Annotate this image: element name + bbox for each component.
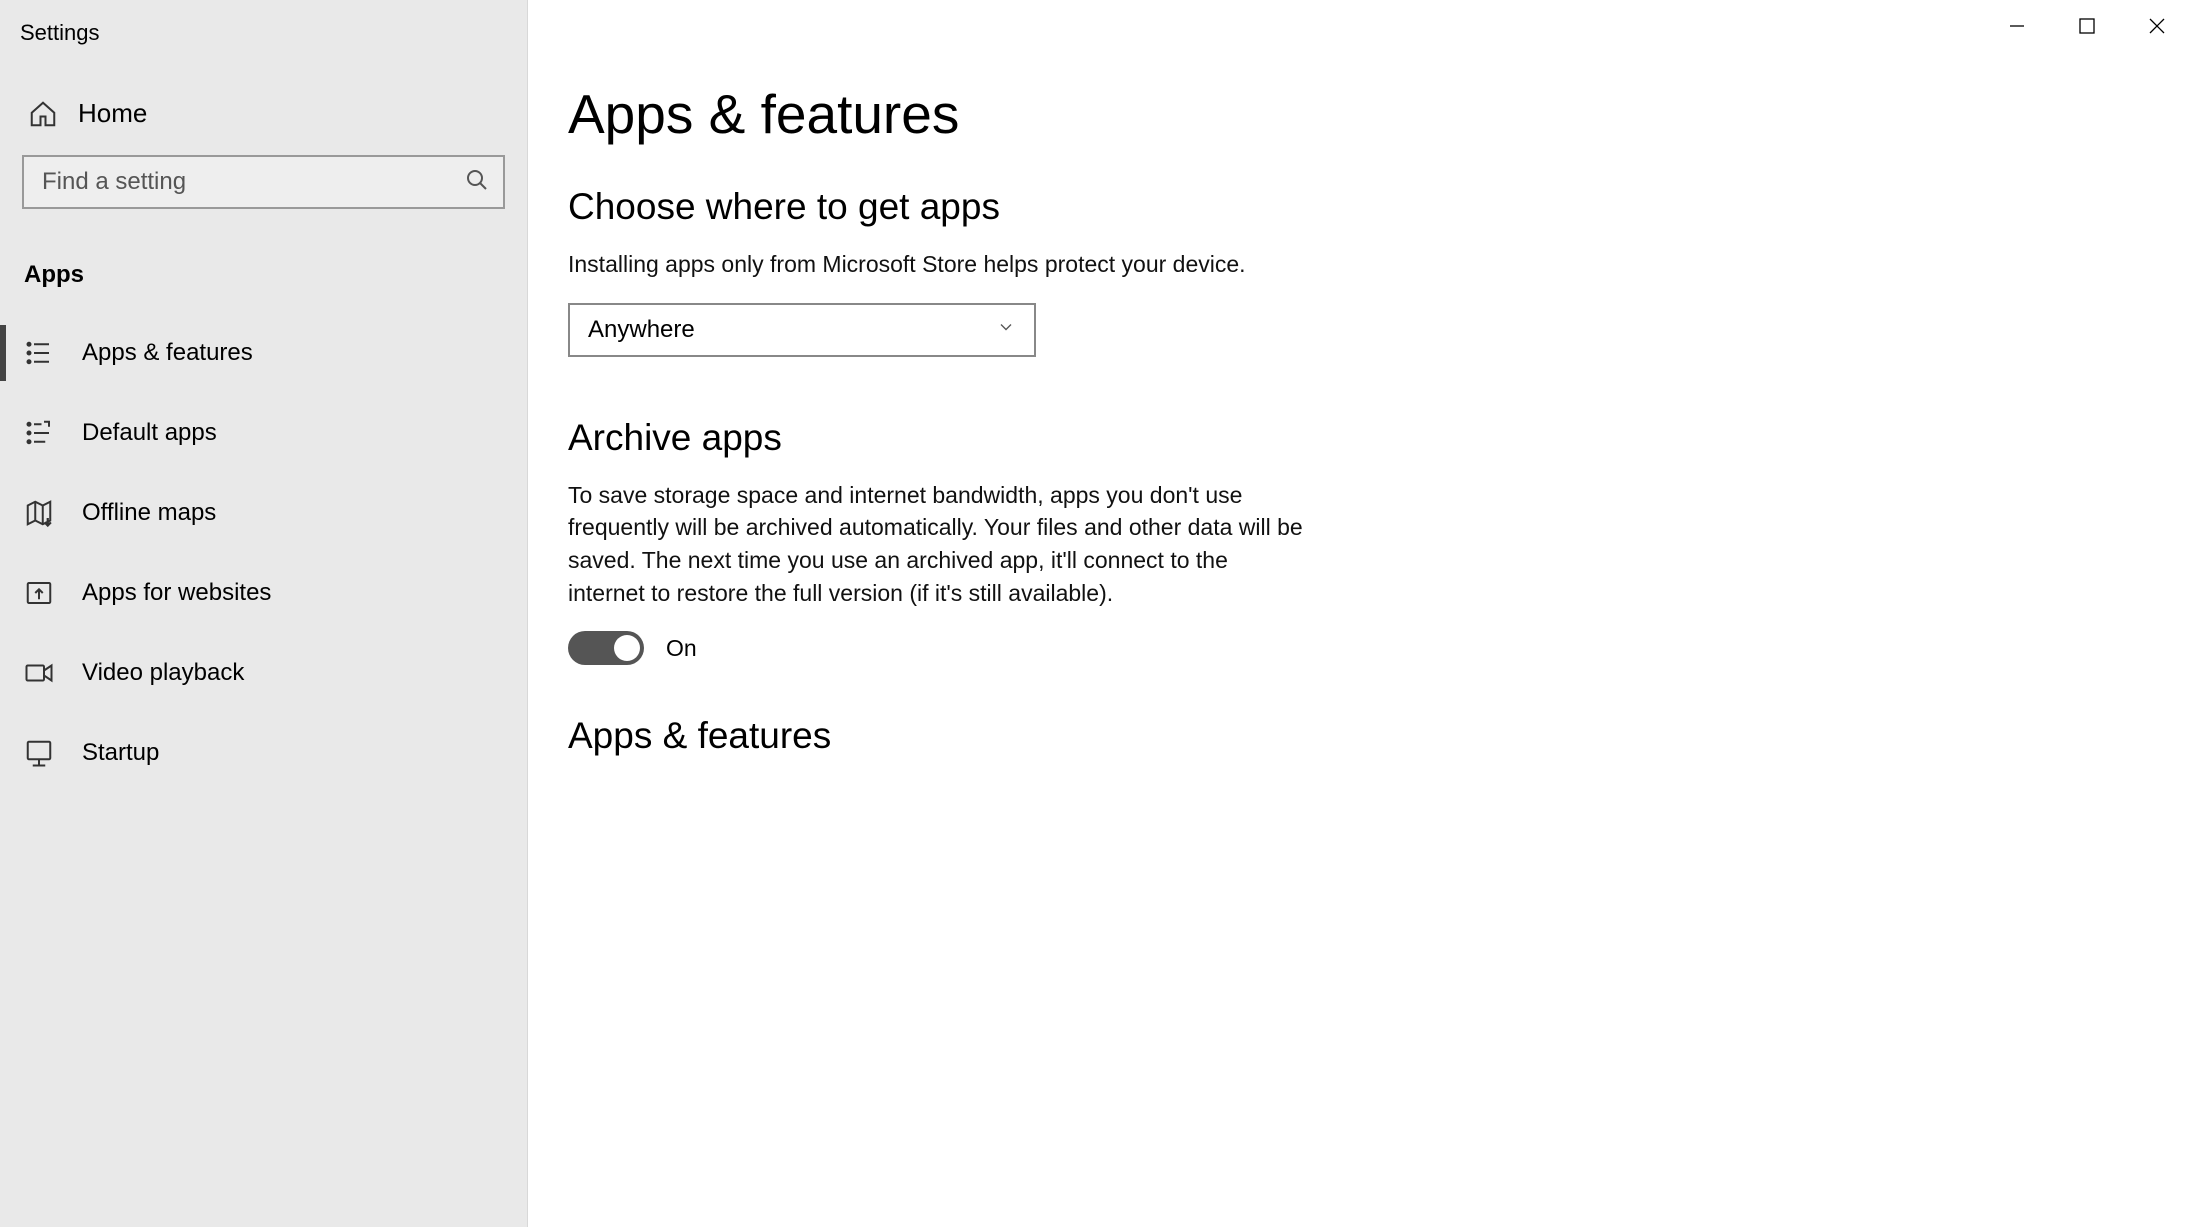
archive-toggle-label: On — [666, 635, 697, 662]
archive-toggle[interactable] — [568, 631, 644, 665]
default-apps-icon — [24, 418, 54, 448]
apps-websites-icon — [24, 578, 54, 608]
section-choose-title: Choose where to get apps — [568, 186, 2152, 228]
toggle-knob — [614, 635, 640, 661]
sidebar-item-default-apps[interactable]: Default apps — [0, 393, 527, 473]
page-title: Apps & features — [568, 82, 2152, 146]
section-apps-features-title: Apps & features — [568, 715, 2152, 757]
sidebar-item-label: Offline maps — [82, 499, 216, 527]
video-playback-icon — [24, 658, 54, 688]
home-label: Home — [78, 98, 147, 129]
minimize-button[interactable] — [1982, 0, 2052, 52]
sidebar: Settings Home Apps Apps & features — [0, 0, 528, 1227]
app-source-dropdown[interactable]: Anywhere — [568, 303, 1036, 357]
search-box[interactable] — [22, 155, 505, 209]
sidebar-item-label: Apps & features — [82, 339, 253, 367]
home-button[interactable]: Home — [0, 78, 527, 155]
sidebar-item-apps-features[interactable]: Apps & features — [0, 313, 527, 393]
offline-maps-icon — [24, 498, 54, 528]
archive-toggle-row: On — [568, 631, 2152, 665]
maximize-button[interactable] — [2052, 0, 2122, 52]
sidebar-item-label: Video playback — [82, 659, 244, 687]
startup-icon — [24, 738, 54, 768]
sidebar-category: Apps — [0, 243, 527, 313]
search-input[interactable] — [42, 168, 465, 196]
home-icon — [28, 99, 58, 129]
apps-features-icon — [24, 338, 54, 368]
section-choose-desc: Installing apps only from Microsoft Stor… — [568, 248, 1468, 281]
search-wrap — [0, 155, 527, 243]
window-controls — [1982, 0, 2192, 52]
sidebar-item-video-playback[interactable]: Video playback — [0, 633, 527, 713]
sidebar-item-label: Default apps — [82, 419, 217, 447]
close-button[interactable] — [2122, 0, 2192, 52]
sidebar-item-apps-websites[interactable]: Apps for websites — [0, 553, 527, 633]
search-icon — [465, 168, 489, 197]
window-title: Settings — [0, 0, 527, 78]
chevron-down-icon — [996, 316, 1016, 344]
section-archive-title: Archive apps — [568, 417, 2152, 459]
sidebar-item-label: Startup — [82, 739, 159, 767]
sidebar-item-startup[interactable]: Startup — [0, 713, 527, 793]
main-content: Apps & features Choose where to get apps… — [528, 0, 2192, 1227]
sidebar-item-label: Apps for websites — [82, 579, 271, 607]
dropdown-value: Anywhere — [588, 316, 695, 344]
sidebar-item-offline-maps[interactable]: Offline maps — [0, 473, 527, 553]
section-archive-desc: To save storage space and internet bandw… — [568, 479, 1308, 610]
